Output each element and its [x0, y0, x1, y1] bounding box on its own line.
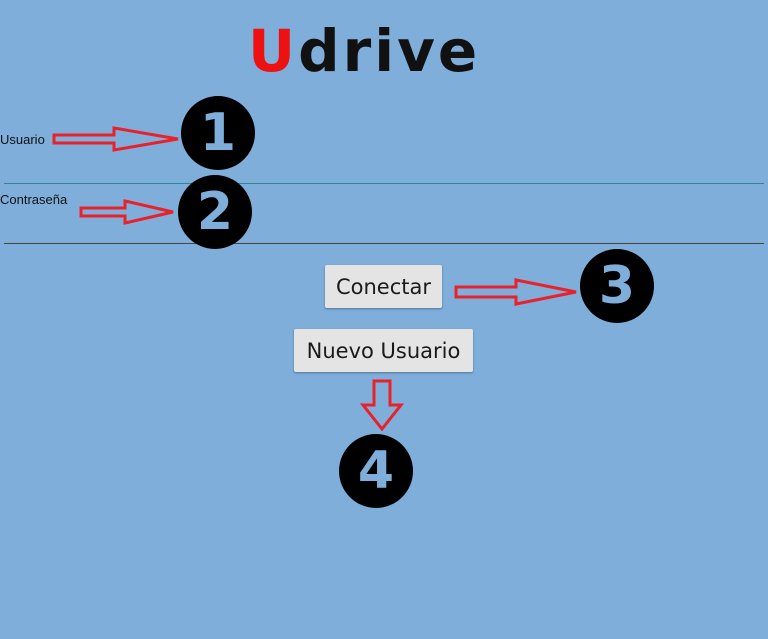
- annotation-arrow-2-icon: [79, 199, 174, 225]
- app-logo: Udrive: [248, 18, 518, 84]
- logo-word-drive: drive: [298, 17, 481, 85]
- annotation-arrow-1-icon: [52, 126, 179, 152]
- annotation-arrow-4-icon: [359, 379, 405, 432]
- annotation-arrow-3-icon: [454, 278, 577, 306]
- logo-letter-u: U: [248, 17, 299, 85]
- password-underline: [4, 243, 764, 244]
- connect-button[interactable]: Conectar: [325, 265, 442, 308]
- annotation-badge-2: 2: [178, 175, 252, 249]
- password-label: Contraseña: [0, 192, 68, 207]
- new-user-button[interactable]: Nuevo Usuario: [294, 329, 473, 372]
- annotation-badge-4: 4: [339, 434, 413, 508]
- username-input[interactable]: [4, 150, 764, 180]
- annotation-badge-1: 1: [181, 96, 255, 170]
- username-label: Usuario: [0, 132, 45, 147]
- annotation-badge-3: 3: [580, 249, 654, 323]
- username-underline: [4, 183, 764, 184]
